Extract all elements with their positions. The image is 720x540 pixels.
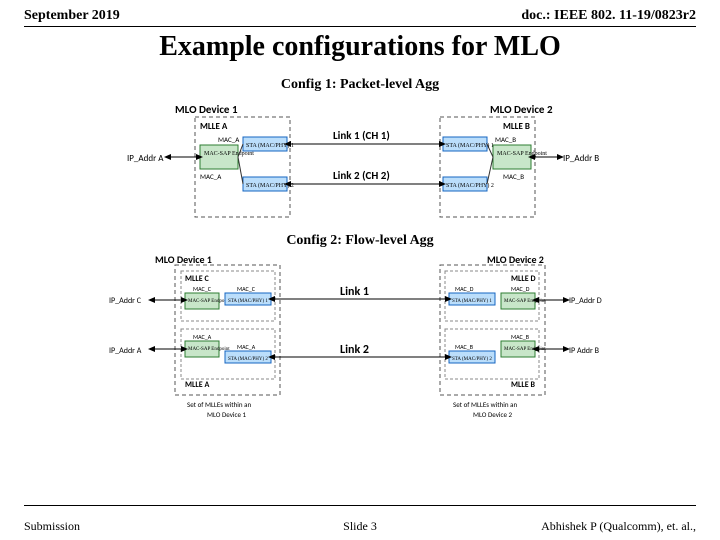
cfg1-sta1R: STA (MAC/PHY) 1 — [446, 142, 494, 149]
cfg1-macA-bot: MAC_A — [200, 172, 222, 181]
cfg1-link2: Link 2 (CH 2) — [333, 169, 390, 182]
cfg1-sapA: MAC-SAP Endpoint — [204, 151, 254, 157]
cfg2-set1-l1: Set of MLLEs within an — [187, 400, 251, 409]
config1-label: Config 1: Packet-level Agg — [0, 77, 720, 93]
cfg2-macC-t: MAC_C — [193, 285, 212, 293]
cfg2-mlleB: MLLE B — [511, 380, 535, 390]
cfg2-sta2R: STA (MAC/PHY) 2 — [452, 357, 492, 362]
cfg2-sapA: MAC-SAP Endpoint — [188, 347, 230, 352]
cfg2-macB-b: MAC_B — [455, 343, 473, 351]
cfg2-sapC: MAC-SAP Endpoint — [188, 299, 230, 304]
cfg2-mlleA: MLLE A — [185, 380, 209, 390]
header-row: September 2019 doc.: IEEE 802. 11-19/082… — [0, 0, 720, 24]
cfg2-ipA: IP_Addr A — [109, 346, 142, 356]
cfg2-macB-t: MAC_B — [511, 333, 529, 341]
cfg1-ipA: IP_Addr A — [127, 153, 164, 164]
cfg2-set2-l2: MLO Device 2 — [473, 410, 513, 419]
footer-row: Submission Slide 3 Abhishek P (Qualcomm)… — [24, 519, 696, 534]
header-doc: doc.: IEEE 802. 11-19/0823r2 — [521, 8, 696, 24]
cfg2-mlleD: MLLE D — [511, 274, 536, 284]
cfg1-link1: Link 1 (CH 1) — [333, 129, 390, 142]
cfg2-ipC: IP_Addr C — [109, 296, 142, 306]
cfg2-dev1: MLO Device 1 — [155, 255, 212, 266]
cfg2-sta1L: STA (MAC/PHY) 1 — [228, 299, 268, 304]
cfg1-macB-bot: MAC_B — [503, 172, 524, 181]
cfg1-ipB: IP_Addr B — [563, 153, 599, 164]
footer-rule — [24, 505, 696, 506]
cfg1-sta2L: STA (MAC/PHY) 2 — [246, 182, 294, 189]
cfg1-dev1: MLO Device 1 — [175, 103, 238, 116]
cfg2-set1-l2: MLO Device 1 — [207, 410, 247, 419]
config2-label: Config 2: Flow-level Agg — [0, 233, 720, 249]
config2-diagram: MLO Device 1 MLLE C MAC_C MAC-SAP Endpoi… — [75, 255, 645, 425]
header-rule — [24, 26, 696, 27]
cfg2-macD-t: MAC_D — [511, 285, 530, 293]
cfg2-sta1R: STA (MAC/PHY) 1 — [452, 299, 492, 304]
page-title: Example configurations for MLO — [0, 31, 720, 63]
cfg2-link2: Link 2 — [340, 343, 369, 357]
cfg2-ipD: IP_Addr D — [569, 296, 602, 306]
header-date: September 2019 — [24, 8, 120, 24]
cfg1-dev2: MLO Device 2 — [490, 103, 553, 116]
cfg1-macB-top: MAC_B — [495, 135, 516, 144]
cfg2-macA-b: MAC_A — [237, 343, 256, 351]
cfg1-sta2R: STA (MAC/PHY) 2 — [446, 182, 494, 189]
config1-diagram: MLO Device 1 MLLE A MAC_A MAC-SAP Endpoi… — [105, 99, 615, 229]
cfg2-link1: Link 1 — [340, 285, 369, 299]
cfg2-ipB: IP Addr B — [569, 346, 600, 356]
cfg1-mlleA: MLLE A — [200, 121, 228, 132]
footer-center: Slide 3 — [24, 519, 696, 534]
cfg2-macC-b: MAC_C — [237, 285, 256, 293]
cfg2-set2-l1: Set of MLLEs within an — [453, 400, 517, 409]
cfg1-sapB: MAC-SAP Endpoint — [497, 151, 547, 157]
cfg1-mlleB: MLLE B — [503, 121, 530, 132]
cfg2-macD-b: MAC_D — [455, 285, 474, 293]
cfg2-macA-t: MAC_A — [193, 333, 212, 341]
cfg2-mlleC: MLLE C — [185, 274, 209, 284]
cfg2-sta2L: STA (MAC/PHY) 2 — [228, 357, 268, 362]
cfg1-macA-top: MAC_A — [218, 135, 240, 144]
cfg1-sta1L: STA (MAC/PHY) 1 — [246, 142, 294, 149]
cfg2-dev2: MLO Device 2 — [487, 255, 544, 266]
